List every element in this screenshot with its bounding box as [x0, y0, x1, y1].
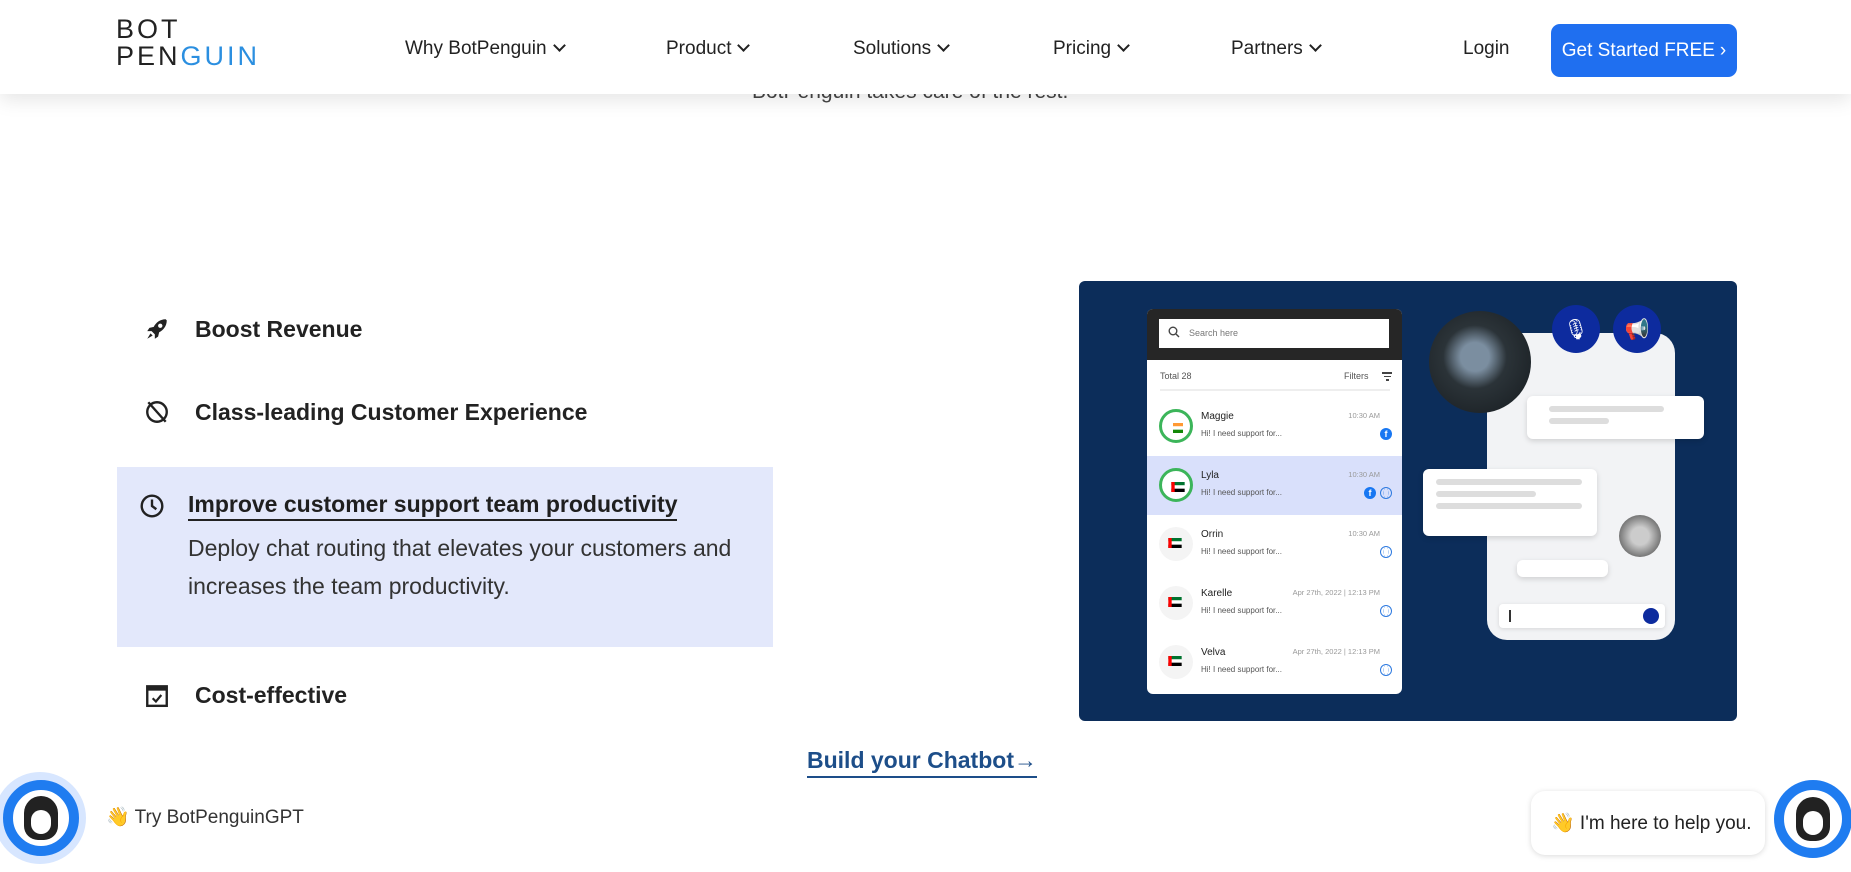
- uae-flag-icon: [1171, 482, 1185, 492]
- contact-avatar: [1159, 586, 1193, 620]
- mock-message-input: [1499, 604, 1665, 628]
- chevron-down-icon: [552, 39, 566, 52]
- inbox-card: Search here Total 28 Filters Maggie Hi! I…: [1147, 309, 1402, 694]
- contact-avatar: [1159, 645, 1193, 679]
- channel-icons: [1380, 605, 1392, 617]
- channel-icons: [1380, 664, 1392, 676]
- facebook-icon: f: [1380, 428, 1392, 440]
- globe-icon: [1380, 546, 1392, 558]
- contact-avatar: [1159, 409, 1193, 443]
- contact-avatar: [1159, 468, 1193, 502]
- clock-icon: [140, 494, 164, 518]
- nav-pricing[interactable]: Pricing: [1053, 38, 1130, 60]
- feature-productivity-active[interactable]: Improve customer support team productivi…: [117, 467, 773, 647]
- login-link[interactable]: Login: [1463, 38, 1510, 60]
- globe-icon: [1380, 605, 1392, 617]
- channel-icons: f: [1364, 487, 1392, 499]
- message-preview: Hi! I need support for...: [1201, 488, 1282, 497]
- conversation-row: Orrin Hi! I need support for... 10:30 AM: [1147, 515, 1402, 574]
- mock-search-box: Search here: [1159, 319, 1389, 348]
- chat-bubble: [1527, 396, 1704, 439]
- message-time: 10:30 AM: [1348, 470, 1380, 479]
- message-preview: Hi! I need support for...: [1201, 606, 1282, 615]
- chevron-down-icon: [1117, 39, 1130, 52]
- chat-widget-launcher[interactable]: [1774, 780, 1851, 858]
- microphone-icon: 🎙: [1552, 305, 1600, 353]
- message-preview: Hi! I need support for...: [1201, 429, 1282, 438]
- filter-icon: [1382, 372, 1392, 383]
- contact-name: Orrin: [1201, 529, 1224, 540]
- typing-bubble: [1517, 560, 1608, 577]
- facebook-icon: f: [1364, 487, 1376, 499]
- calendar-check-icon: [146, 685, 168, 708]
- no-compass-icon: [146, 401, 168, 423]
- contact-name: Velva: [1201, 647, 1226, 658]
- botpenguin-gpt-launcher[interactable]: [3, 780, 79, 856]
- conversation-row: Karelle Hi! I need support for... Apr 27th…: [1147, 574, 1402, 633]
- message-time: 10:30 AM: [1348, 411, 1380, 420]
- message-preview: Hi! I need support for...: [1201, 665, 1282, 674]
- megaphone-icon: 📢: [1613, 305, 1661, 353]
- chat-routing-illustration: Search here Total 28 Filters Maggie Hi! I…: [1079, 281, 1737, 721]
- message-time: 10:30 AM: [1348, 529, 1380, 538]
- message-preview: Hi! I need support for...: [1201, 547, 1282, 556]
- help-bubble[interactable]: 👋 I'm here to help you.: [1531, 791, 1765, 855]
- chat-bubble: [1423, 469, 1597, 536]
- penguin-avatar: [24, 796, 58, 840]
- build-chatbot-link[interactable]: Build your Chatbot→: [807, 747, 1037, 778]
- message-time: Apr 27th, 2022 | 12:13 PM: [1292, 647, 1380, 656]
- contact-name: Karelle: [1201, 588, 1233, 599]
- try-gpt-label[interactable]: 👋 Try BotPenguinGPT: [106, 805, 304, 829]
- get-started-button[interactable]: Get Started FREE ›: [1551, 24, 1737, 77]
- channel-icons: f: [1380, 428, 1392, 440]
- chevron-down-icon: [737, 39, 751, 52]
- nav-solutions[interactable]: Solutions: [853, 38, 951, 60]
- contact-avatar: [1159, 527, 1193, 561]
- globe-icon: [1380, 487, 1392, 499]
- nav-why-botpenguin[interactable]: Why BotPenguin: [405, 38, 566, 60]
- uae-flag-icon: [1168, 597, 1182, 607]
- contact-name: Lyla: [1201, 470, 1219, 481]
- send-icon: [1643, 608, 1659, 624]
- search-icon: [1168, 326, 1180, 338]
- customer-avatar: [1619, 515, 1661, 557]
- nav-partners[interactable]: Partners: [1231, 38, 1322, 60]
- nav-product[interactable]: Product: [666, 38, 751, 60]
- conversation-row: Velva Hi! I need support for... Apr 27th, …: [1147, 633, 1402, 692]
- botpenguin-logo[interactable]: BOT PENGUIN: [116, 16, 260, 70]
- globe-icon: [1380, 664, 1392, 676]
- contact-name: Maggie: [1201, 411, 1234, 422]
- agent-photo: [1429, 311, 1531, 413]
- rocket-icon: [147, 319, 167, 339]
- chevron-right-icon: ›: [1719, 39, 1727, 61]
- channel-icons: [1380, 546, 1392, 558]
- message-time: Apr 27th, 2022 | 12:13 PM: [1292, 588, 1380, 597]
- india-flag-icon: [1173, 423, 1183, 433]
- top-navbar: BOT PENGUIN Why BotPenguin Product Solut…: [0, 0, 1851, 94]
- penguin-avatar: [1796, 797, 1830, 841]
- conversation-row: Lyla Hi! I need support for... 10:30 AM f: [1147, 456, 1402, 515]
- chevron-down-icon: [937, 39, 951, 52]
- chevron-down-icon: [1308, 39, 1322, 52]
- conversation-row: Maggie Hi! I need support for... 10:30 AM f: [1147, 397, 1402, 456]
- uae-flag-icon: [1168, 656, 1182, 666]
- uae-flag-icon: [1168, 538, 1182, 548]
